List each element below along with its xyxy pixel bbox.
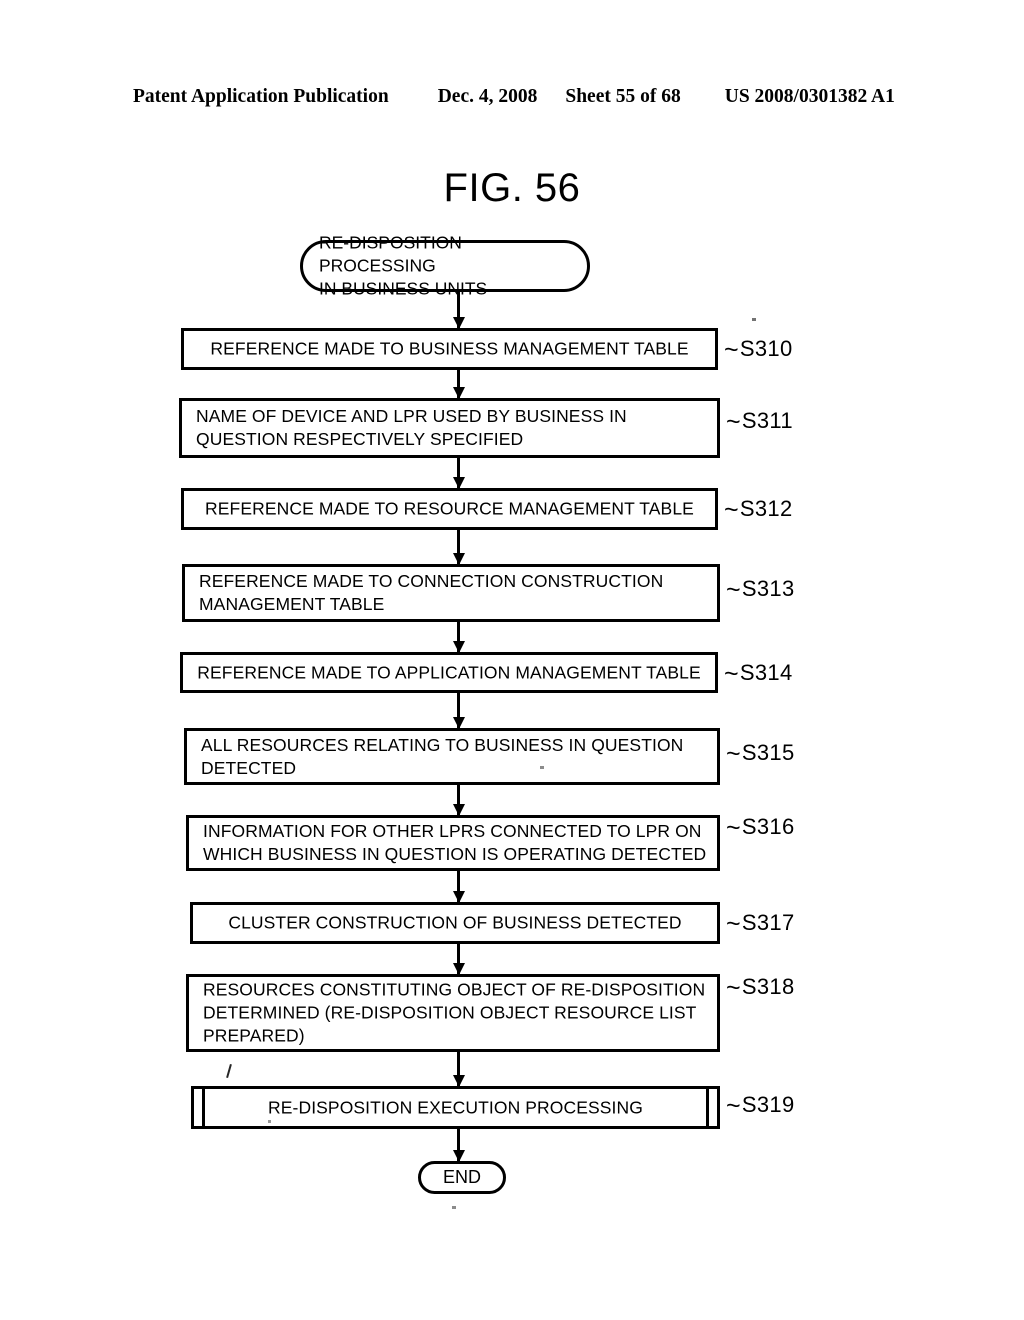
tilde-connector-icon: ~ — [724, 496, 739, 524]
step-label-S314: ~S314 — [724, 660, 793, 689]
tilde-connector-icon: ~ — [726, 910, 741, 938]
connector-arrow — [457, 1129, 460, 1161]
scan-artifact — [452, 1206, 456, 1209]
connector-arrow — [457, 693, 460, 728]
flowchart-step-S316: INFORMATION FOR OTHER LPRS CONNECTED TO … — [186, 815, 720, 871]
step-label-S318: ~S318 — [726, 974, 795, 1003]
step-label-S316: ~S316 — [726, 814, 795, 843]
tilde-connector-icon: ~ — [724, 336, 739, 364]
tilde-connector-icon: ~ — [726, 814, 741, 842]
tilde-connector-icon: ~ — [726, 974, 741, 1002]
step-S317-text: CLUSTER CONSTRUCTION OF BUSINESS DETECTE… — [228, 912, 682, 933]
tilde-connector-icon: ~ — [726, 576, 741, 604]
connector-arrow — [457, 785, 460, 815]
step-label-S319-text: S319 — [741, 1092, 795, 1117]
step-label-S312-text: S312 — [739, 496, 793, 521]
step-label-S311-text: S311 — [741, 408, 793, 433]
step-label-S319: ~S319 — [726, 1092, 795, 1121]
step-label-S314-text: S314 — [739, 660, 793, 685]
step-label-S313: ~S313 — [726, 576, 795, 605]
step-label-S312: ~S312 — [724, 496, 793, 525]
flowchart-step-S314: REFERENCE MADE TO APPLICATION MANAGEMENT… — [180, 652, 718, 693]
flowchart-step-S310: REFERENCE MADE TO BUSINESS MANAGEMENT TA… — [181, 328, 718, 370]
flowchart-step-S315: ALL RESOURCES RELATING TO BUSINESS IN QU… — [184, 728, 720, 785]
flowchart-end-terminator: END — [418, 1161, 506, 1194]
start-terminator-label: RE-DISPOSITION PROCESSING IN BUSINESS UN… — [319, 232, 488, 299]
scan-artifact — [268, 1120, 271, 1123]
scan-artifact — [540, 766, 544, 769]
scan-artifact — [752, 318, 756, 321]
step-S314-text: REFERENCE MADE TO APPLICATION MANAGEMENT… — [197, 661, 701, 682]
flowchart-start-terminator: RE-DISPOSITION PROCESSING IN BUSINESS UN… — [300, 232, 590, 299]
connector-arrow — [457, 292, 460, 328]
end-terminator-label: END — [442, 1166, 481, 1187]
flowchart-step-S318: RESOURCES CONSTITUTING OBJECT OF RE-DISP… — [186, 974, 720, 1052]
step-label-S313-text: S313 — [741, 576, 795, 601]
connector-arrow — [457, 1052, 460, 1086]
step-S315-text: ALL RESOURCES RELATING TO BUSINESS IN QU… — [201, 734, 684, 778]
scan-artifact — [226, 1063, 232, 1079]
step-label-S311: ~S311 — [726, 408, 793, 437]
step-label-S318-text: S318 — [741, 974, 795, 999]
step-S312-text: REFERENCE MADE TO RESOURCE MANAGEMENT TA… — [205, 498, 694, 519]
connector-arrow — [457, 370, 460, 398]
flowchart-step-S313: REFERENCE MADE TO CONNECTION CONSTRUCTIO… — [182, 564, 720, 622]
step-S311-text: NAME OF DEVICE AND LPR USED BY BUSINESS … — [196, 405, 627, 449]
step-label-S315-text: S315 — [741, 740, 795, 765]
step-S318-text: RESOURCES CONSTITUTING OBJECT OF RE-DISP… — [203, 979, 706, 1046]
flowchart-step-S317: CLUSTER CONSTRUCTION OF BUSINESS DETECTE… — [190, 902, 720, 944]
connector-arrow — [457, 871, 460, 902]
step-label-S316-text: S316 — [741, 814, 795, 839]
step-S310-text: REFERENCE MADE TO BUSINESS MANAGEMENT TA… — [210, 338, 689, 359]
flowchart-step-S311: NAME OF DEVICE AND LPR USED BY BUSINESS … — [179, 398, 720, 458]
step-S316-text: INFORMATION FOR OTHER LPRS CONNECTED TO … — [203, 820, 707, 864]
step-S313-text: REFERENCE MADE TO CONNECTION CONSTRUCTIO… — [199, 570, 664, 614]
tilde-connector-icon: ~ — [726, 740, 741, 768]
step-label-S310-text: S310 — [739, 336, 793, 361]
connector-arrow — [457, 458, 460, 488]
connector-arrow — [457, 622, 460, 652]
step-label-S317: ~S317 — [726, 910, 795, 939]
tilde-connector-icon: ~ — [726, 408, 741, 436]
tilde-connector-icon: ~ — [724, 660, 739, 688]
step-label-S310: ~S310 — [724, 336, 793, 365]
step-S319-text: RE-DISPOSITION EXECUTION PROCESSING — [268, 1096, 643, 1117]
tilde-connector-icon: ~ — [726, 1092, 741, 1120]
connector-arrow — [457, 944, 460, 974]
flowchart-diagram: RE-DISPOSITION PROCESSING IN BUSINESS UN… — [0, 0, 1024, 1320]
flowchart-step-S312: REFERENCE MADE TO RESOURCE MANAGEMENT TA… — [181, 488, 718, 530]
connector-arrow — [457, 530, 460, 564]
step-label-S315: ~S315 — [726, 740, 795, 769]
step-label-S317-text: S317 — [741, 910, 795, 935]
